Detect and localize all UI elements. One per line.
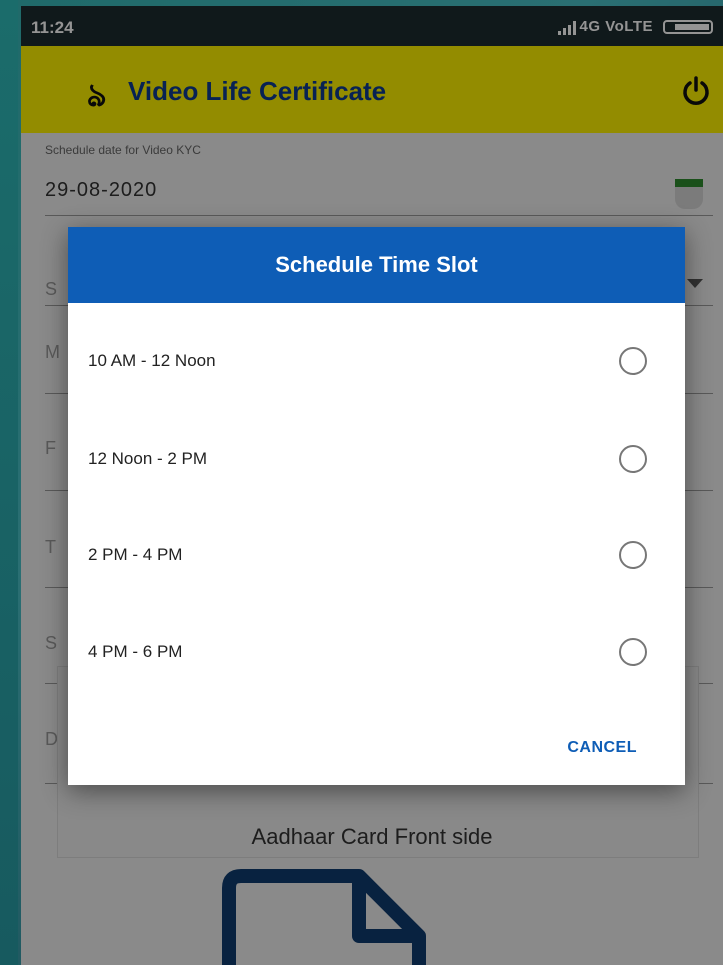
time-slot-option[interactable]: 10 AM - 12 Noon [68,327,685,397]
dialog-title: Schedule Time Slot [68,227,685,303]
phone-screen: 11:24 4G VoLTE ঌ Video Life Certificate … [21,6,723,965]
time-slot-label: 10 AM - 12 Noon [88,351,216,370]
radio-button[interactable] [619,445,647,473]
time-slot-option[interactable]: 4 PM - 6 PM [68,618,685,688]
time-slot-label: 12 Noon - 2 PM [88,449,208,468]
radio-button[interactable] [619,347,647,375]
presentation-accent-bar [0,0,18,965]
time-slot-option[interactable]: 12 Noon - 2 PM [68,425,685,495]
time-slot-dialog: Schedule Time Slot 10 AM - 12 Noon 12 No… [68,227,685,785]
radio-button[interactable] [619,541,647,569]
time-slot-option[interactable]: 2 PM - 4 PM [68,521,685,591]
time-slot-label: 4 PM - 6 PM [88,642,183,661]
radio-button[interactable] [619,638,647,666]
time-slot-label: 2 PM - 4 PM [88,545,183,564]
cancel-button[interactable]: CANCEL [567,739,637,757]
